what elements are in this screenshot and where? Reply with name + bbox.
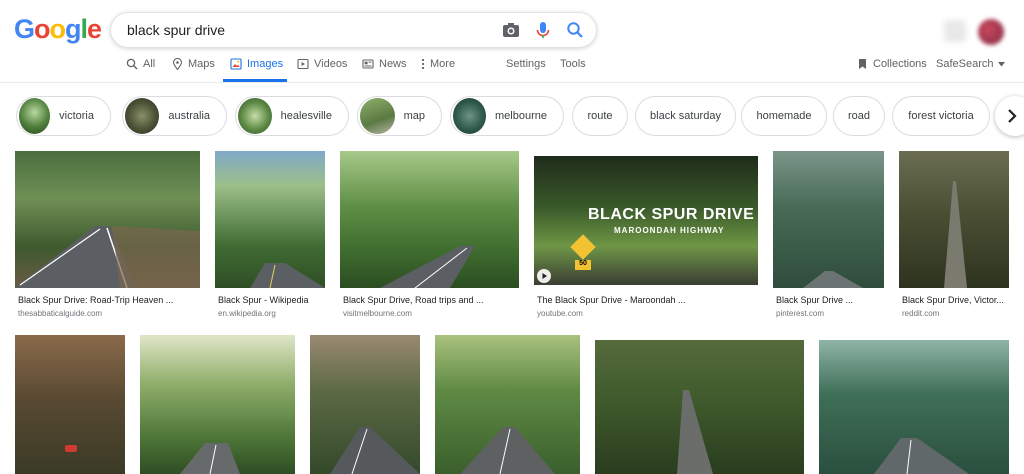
play-icon bbox=[542, 273, 547, 279]
avatar[interactable] bbox=[978, 19, 1004, 45]
result-image[interactable] bbox=[140, 335, 295, 474]
chip-victoria[interactable]: victoria bbox=[16, 96, 111, 136]
result-title[interactable]: The Black Spur Drive - Maroondah ... bbox=[537, 295, 686, 305]
chip-thumbnail bbox=[238, 98, 272, 134]
video-overlay-title: BLACK SPUR DRIVE bbox=[588, 206, 755, 223]
result-image[interactable] bbox=[595, 340, 804, 474]
road-illustration bbox=[803, 271, 863, 288]
tools-link[interactable]: Tools bbox=[560, 58, 586, 70]
road-illustration bbox=[250, 263, 325, 288]
result-image[interactable] bbox=[435, 335, 580, 474]
chip-thumbnail bbox=[19, 98, 51, 134]
road-illustration bbox=[944, 181, 967, 288]
image-icon bbox=[230, 58, 242, 70]
car-illustration bbox=[65, 445, 77, 452]
chip-thumbnail bbox=[360, 98, 395, 134]
result-image[interactable] bbox=[310, 335, 420, 474]
result-source[interactable]: youtube.com bbox=[537, 309, 583, 318]
chip-melbourne[interactable]: melbourne bbox=[450, 96, 564, 136]
speed-sign: 50 bbox=[575, 260, 591, 270]
tab-more[interactable]: More bbox=[421, 58, 455, 70]
result-image[interactable] bbox=[899, 151, 1009, 288]
search-box[interactable]: black spur drive bbox=[110, 12, 597, 48]
result-title[interactable]: Black Spur Drive ... bbox=[776, 295, 853, 305]
video-thumbnail[interactable]: BLACK SPUR DRIVE MAROONDAH HIGHWAY 50 bbox=[534, 156, 758, 285]
result-image[interactable] bbox=[773, 151, 884, 288]
collections-link[interactable]: Collections bbox=[857, 58, 927, 70]
video-overlay-subtitle: MAROONDAH HIGHWAY bbox=[614, 226, 725, 235]
tab-maps[interactable]: Maps bbox=[172, 58, 215, 70]
result-image[interactable] bbox=[15, 151, 200, 288]
result-title[interactable]: Black Spur Drive, Road trips and ... bbox=[343, 295, 484, 305]
result-image[interactable] bbox=[819, 340, 1009, 474]
chip-road[interactable]: road bbox=[833, 96, 885, 136]
apps-icon[interactable] bbox=[944, 20, 966, 42]
result-title[interactable]: Black Spur - Wikipedia bbox=[218, 295, 309, 305]
result-title[interactable]: Black Spur Drive: Road-Trip Heaven ... bbox=[18, 295, 173, 305]
result-image[interactable] bbox=[15, 335, 125, 474]
google-logo[interactable]: Google bbox=[14, 14, 102, 45]
chevron-right-icon bbox=[1008, 109, 1017, 123]
camera-icon[interactable] bbox=[501, 20, 521, 40]
caret-down-icon bbox=[998, 61, 1006, 66]
road-illustration bbox=[15, 226, 200, 288]
play-button[interactable] bbox=[537, 269, 551, 283]
chip-thumbnail bbox=[453, 98, 487, 134]
header-divider bbox=[0, 82, 1024, 83]
road-sign-icon bbox=[570, 234, 596, 260]
chip-map[interactable]: map bbox=[357, 96, 442, 136]
road-illustration bbox=[677, 390, 713, 474]
result-title[interactable]: Black Spur Drive, Victor... bbox=[902, 295, 1004, 305]
search-icon bbox=[126, 58, 138, 70]
settings-link[interactable]: Settings bbox=[506, 58, 546, 70]
chips-next-button[interactable] bbox=[995, 96, 1024, 136]
chip-healesville[interactable]: healesville bbox=[235, 96, 349, 136]
road-illustration bbox=[874, 438, 969, 474]
chip-forest-victoria[interactable]: forest victoria bbox=[892, 96, 990, 136]
road-illustration bbox=[380, 246, 475, 288]
chip-homemade[interactable]: homemade bbox=[741, 96, 827, 136]
result-source[interactable]: pinterest.com bbox=[776, 309, 824, 318]
search-input[interactable]: black spur drive bbox=[127, 22, 225, 38]
map-pin-icon bbox=[172, 58, 183, 70]
tab-videos[interactable]: Videos bbox=[297, 58, 347, 70]
result-image[interactable] bbox=[215, 151, 325, 288]
result-image[interactable] bbox=[340, 151, 519, 288]
road-illustration bbox=[330, 427, 420, 474]
result-source[interactable]: reddit.com bbox=[902, 309, 939, 318]
chip-australia[interactable]: australia bbox=[122, 96, 227, 136]
result-source[interactable]: thesabbaticalguide.com bbox=[18, 309, 102, 318]
more-vert-icon bbox=[421, 58, 425, 70]
search-icon[interactable] bbox=[565, 20, 585, 40]
road-illustration bbox=[460, 427, 555, 474]
road-illustration bbox=[180, 443, 240, 474]
tab-all[interactable]: All bbox=[126, 58, 155, 70]
news-icon bbox=[362, 59, 374, 69]
video-icon bbox=[297, 58, 309, 70]
result-source[interactable]: en.wikipedia.org bbox=[218, 309, 276, 318]
result-source[interactable]: visitmelbourne.com bbox=[343, 309, 412, 318]
bookmark-icon bbox=[859, 59, 866, 69]
tab-news[interactable]: News bbox=[362, 58, 407, 70]
microphone-icon[interactable] bbox=[533, 20, 553, 40]
chip-thumbnail bbox=[125, 98, 160, 134]
chip-route[interactable]: route bbox=[572, 96, 628, 136]
tab-images[interactable]: Images bbox=[230, 58, 283, 70]
chip-black-saturday[interactable]: black saturday bbox=[635, 96, 736, 136]
safesearch-dropdown[interactable]: SafeSearch bbox=[936, 58, 1006, 70]
